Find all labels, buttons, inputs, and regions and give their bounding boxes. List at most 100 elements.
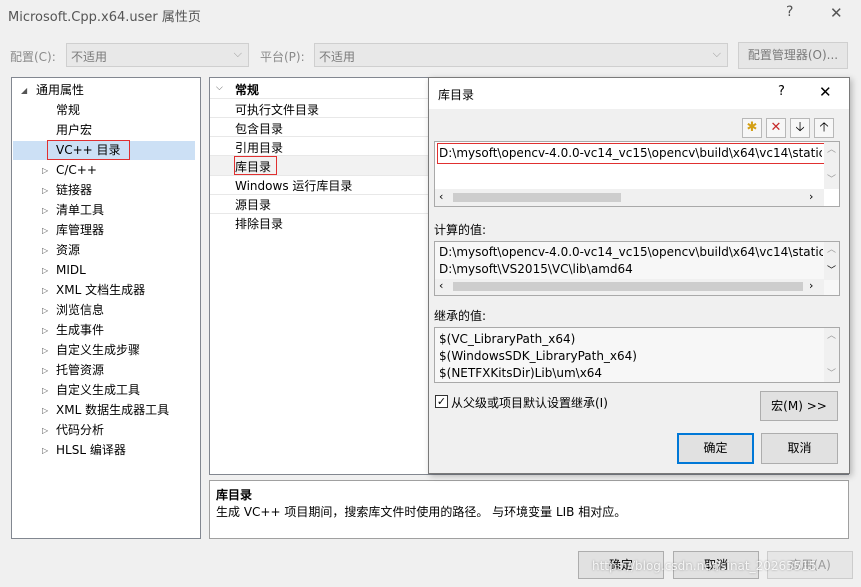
macros-button[interactable]: 宏(M) >> bbox=[760, 391, 838, 421]
grid-row-include-dirs[interactable]: 包含目录 bbox=[235, 120, 283, 137]
tree-item-custom-build-tool[interactable]: 自定义生成工具 bbox=[56, 381, 140, 399]
help-button[interactable]: ? bbox=[786, 4, 793, 20]
highlight-box bbox=[234, 156, 277, 175]
collapsed-arrow-icon[interactable]: ▷ bbox=[42, 246, 48, 255]
inherited-list: $(VC_LibraryPath_x64) $(WindowsSDK_Libra… bbox=[434, 327, 840, 383]
scroll-up-icon[interactable]: ︿ bbox=[827, 242, 836, 255]
scroll-right-icon[interactable]: › bbox=[809, 279, 813, 292]
highlight-box bbox=[437, 143, 825, 164]
inherited-line: $(VC_LibraryPath_x64) bbox=[439, 332, 576, 346]
collapsed-arrow-icon[interactable]: ▷ bbox=[42, 306, 48, 315]
tree-item-librarian[interactable]: 库管理器 bbox=[56, 221, 104, 239]
tree-item-browse-info[interactable]: 浏览信息 bbox=[56, 301, 104, 319]
grid-row-winrt-dirs[interactable]: Windows 运行库目录 bbox=[235, 177, 352, 194]
grid-row-source-dirs[interactable]: 源目录 bbox=[235, 196, 271, 213]
grid-row-line bbox=[210, 175, 430, 176]
tree-item-code-analysis[interactable]: 代码分析 bbox=[56, 421, 104, 439]
tree-item-linker[interactable]: 链接器 bbox=[56, 181, 92, 199]
dialog-titlebar bbox=[429, 78, 849, 109]
tree-item-custom-build-step[interactable]: 自定义生成步骤 bbox=[56, 341, 140, 359]
scroll-down-icon[interactable]: ﹀ bbox=[827, 172, 836, 185]
inherit-checkbox-label[interactable]: 从父级或项目默认设置继承(I) bbox=[451, 394, 608, 411]
inherit-checkbox[interactable]: ✓ bbox=[435, 395, 448, 408]
tree-item-hlsl[interactable]: HLSL 编译器 bbox=[56, 441, 126, 459]
scroll-up-icon[interactable]: ︿ bbox=[827, 142, 836, 155]
close-button[interactable]: ✕ bbox=[830, 4, 843, 22]
platform-label: 平台(P): bbox=[260, 50, 305, 64]
lib-dirs-dialog: 库目录 ? ✕ ✱ ✕ 🡣 🡡 D:\mysoft\opencv-4.0.0-v… bbox=[428, 77, 850, 474]
collapsed-arrow-icon[interactable]: ▷ bbox=[42, 406, 48, 415]
collapsed-arrow-icon[interactable]: ▷ bbox=[42, 206, 48, 215]
scroll-up-icon[interactable]: ︿ bbox=[827, 328, 836, 341]
collapsed-arrow-icon[interactable]: ▷ bbox=[42, 226, 48, 235]
tree-item-managed-resources[interactable]: 托管资源 bbox=[56, 361, 104, 379]
move-down-icon[interactable]: 🡣 bbox=[790, 118, 810, 138]
horizontal-scrollbar[interactable]: ‹ › bbox=[435, 279, 824, 295]
watermark: https://blog.csdn.net/sinat_20265515 bbox=[592, 559, 817, 573]
scroll-right-icon[interactable]: › bbox=[809, 190, 813, 203]
description-text: 生成 VC++ 项目期间，搜索库文件时使用的路径。 与环境变量 LIB 相对应。 bbox=[216, 505, 627, 519]
delete-line-icon[interactable]: ✕ bbox=[766, 118, 786, 138]
grid-section-title: 常规 bbox=[235, 83, 260, 97]
collapsed-arrow-icon[interactable]: ▷ bbox=[42, 426, 48, 435]
inherited-label: 继承的值: bbox=[434, 309, 487, 323]
grid-row-line bbox=[210, 136, 430, 137]
config-manager-button[interactable]: 配置管理器(O)... bbox=[738, 42, 848, 69]
tree-item-user-macros[interactable]: 用户宏 bbox=[56, 121, 92, 139]
config-select[interactable]: 不适用 ⌵ bbox=[66, 43, 249, 67]
collapsed-arrow-icon[interactable]: ▷ bbox=[42, 346, 48, 355]
computed-label: 计算的值: bbox=[434, 223, 487, 237]
dialog-cancel-button[interactable]: 取消 bbox=[761, 433, 838, 464]
tree-item-midl[interactable]: MIDL bbox=[56, 261, 86, 279]
collapsed-arrow-icon[interactable]: ▷ bbox=[42, 166, 48, 175]
scroll-left-icon[interactable]: ‹ bbox=[439, 190, 443, 203]
tree-item-xml-data-gen[interactable]: XML 数据生成器工具 bbox=[56, 401, 169, 419]
tree-item-xml-doc[interactable]: XML 文档生成器 bbox=[56, 281, 145, 299]
dialog-ok-button[interactable]: 确定 bbox=[677, 433, 754, 464]
grid-row-exclude-dirs[interactable]: 排除目录 bbox=[235, 215, 283, 232]
highlight-box bbox=[47, 140, 130, 160]
scroll-down-icon[interactable]: ﹀ bbox=[827, 263, 836, 276]
move-up-icon[interactable]: 🡡 bbox=[814, 118, 834, 138]
section-collapse-icon[interactable]: ⌵ bbox=[216, 83, 223, 93]
grid-row-ref-dirs[interactable]: 引用目录 bbox=[235, 139, 283, 156]
collapsed-arrow-icon[interactable]: ▷ bbox=[42, 326, 48, 335]
collapsed-arrow-icon[interactable]: ▷ bbox=[42, 446, 48, 455]
config-value: 不适用 bbox=[71, 50, 108, 64]
chevron-down-icon: ⌵ bbox=[233, 47, 242, 60]
expanded-arrow-icon[interactable]: ◢ bbox=[21, 86, 27, 95]
grid-row-exec-dirs[interactable]: 可执行文件目录 bbox=[235, 101, 319, 118]
collapsed-arrow-icon[interactable]: ▷ bbox=[42, 266, 48, 275]
tree-item-manifest[interactable]: 清单工具 bbox=[56, 201, 104, 219]
vertical-scrollbar[interactable]: ︿ ﹀ bbox=[824, 242, 839, 280]
tree-item-build-events[interactable]: 生成事件 bbox=[56, 321, 104, 339]
scroll-thumb[interactable] bbox=[453, 282, 803, 291]
tree-item-cpp[interactable]: C/C++ bbox=[56, 161, 97, 179]
entry-list[interactable]: D:\mysoft\opencv-4.0.0-vc14_vc15\opencv\… bbox=[434, 141, 840, 207]
tree-item-general[interactable]: 常规 bbox=[56, 101, 80, 119]
collapsed-arrow-icon[interactable]: ▷ bbox=[42, 286, 48, 295]
collapsed-arrow-icon[interactable]: ▷ bbox=[42, 366, 48, 375]
tree-root[interactable]: 通用属性 bbox=[36, 81, 84, 99]
description-title: 库目录 bbox=[216, 488, 253, 502]
platform-select[interactable]: 不适用 ⌵ bbox=[314, 43, 728, 67]
grid-row-line bbox=[210, 213, 430, 214]
scroll-thumb[interactable] bbox=[453, 193, 621, 202]
new-line-icon[interactable]: ✱ bbox=[742, 118, 762, 138]
tree-item-resources[interactable]: 资源 bbox=[56, 241, 80, 259]
dialog-close-button[interactable]: ✕ bbox=[819, 83, 832, 101]
dialog-help-button[interactable]: ? bbox=[778, 84, 785, 99]
collapsed-arrow-icon[interactable]: ▷ bbox=[42, 186, 48, 195]
chevron-down-icon: ⌵ bbox=[712, 47, 721, 60]
collapsed-arrow-icon[interactable]: ▷ bbox=[42, 386, 48, 395]
grid-row-line bbox=[210, 194, 430, 195]
vertical-scrollbar[interactable]: ︿ ﹀ bbox=[824, 328, 839, 382]
horizontal-scrollbar[interactable]: ‹ › bbox=[435, 189, 824, 206]
window-title: Microsoft.Cpp.x64.user 属性页 bbox=[8, 10, 201, 25]
platform-value: 不适用 bbox=[319, 50, 356, 64]
scroll-left-icon[interactable]: ‹ bbox=[439, 279, 443, 292]
scroll-down-icon[interactable]: ﹀ bbox=[827, 366, 836, 379]
vertical-scrollbar[interactable]: ︿ ﹀ bbox=[824, 142, 839, 189]
grid-row-line bbox=[210, 117, 430, 118]
description-panel: 库目录 生成 VC++ 项目期间，搜索库文件时使用的路径。 与环境变量 LIB … bbox=[209, 480, 849, 539]
